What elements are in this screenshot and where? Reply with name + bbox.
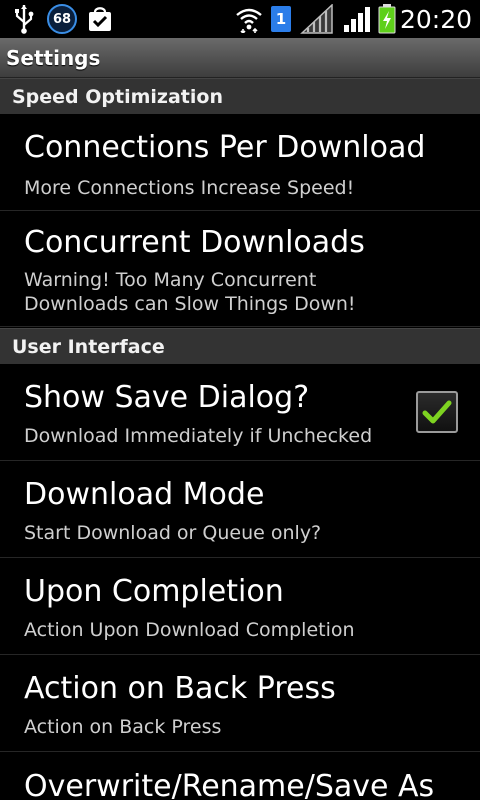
- battery-charging-icon: [376, 0, 398, 38]
- section-header-user-interface: User Interface: [0, 328, 480, 364]
- pref-title: Upon Completion: [24, 574, 284, 609]
- pref-title: Overwrite/Rename/Save As: [24, 769, 435, 800]
- pref-summary: Action Upon Download Completion: [24, 619, 355, 641]
- title-bar: Settings: [0, 38, 480, 78]
- page-title: Settings: [6, 46, 101, 70]
- pref-concurrent-downloads[interactable]: Concurrent Downloads Warning! Too Many C…: [0, 211, 480, 327]
- sim-card-badge: 1: [271, 6, 291, 32]
- pref-summary: Action on Back Press: [24, 716, 222, 738]
- pref-title: Download Mode: [24, 477, 265, 512]
- pref-action-on-back-press[interactable]: Action on Back Press Action on Back Pres…: [0, 655, 480, 752]
- pref-connections-per-download[interactable]: Connections Per Download More Connection…: [0, 114, 480, 211]
- signal-strength-icon: [340, 0, 376, 38]
- notification-count-badge: 68: [47, 4, 77, 34]
- pref-summary: Start Download or Queue only?: [24, 522, 322, 544]
- status-bar: 68 1 20:20: [0, 0, 480, 38]
- pref-title: Show Save Dialog?: [24, 380, 310, 415]
- section-header-speed-optimization: Speed Optimization: [0, 78, 480, 114]
- pref-overwrite-rename-save-as[interactable]: Overwrite/Rename/Save As: [0, 752, 480, 800]
- wifi-icon: [234, 0, 264, 38]
- section-title: User Interface: [12, 336, 165, 358]
- sim-card-icon: 1: [268, 0, 294, 38]
- pref-title: Concurrent Downloads: [24, 225, 365, 260]
- pref-show-save-dialog[interactable]: Show Save Dialog? Download Immediately i…: [0, 364, 480, 461]
- section-title: Speed Optimization: [12, 86, 223, 108]
- pref-title: Connections Per Download: [24, 130, 426, 165]
- status-clock: 20:20: [399, 4, 472, 34]
- pref-upon-completion[interactable]: Upon Completion Action Upon Download Com…: [0, 558, 480, 655]
- pref-summary: More Connections Increase Speed!: [24, 177, 355, 199]
- checkmark-icon: [422, 400, 452, 424]
- no-signal-icon: [298, 0, 336, 38]
- download-complete-icon: [86, 0, 114, 38]
- notification-count-icon: 68: [46, 0, 78, 38]
- pref-summary: Warning! Too Many Concurrent Downloads c…: [24, 269, 356, 315]
- pref-title: Action on Back Press: [24, 671, 336, 706]
- pref-summary: Download Immediately if Unchecked: [24, 425, 373, 447]
- show-save-dialog-checkbox[interactable]: [416, 391, 458, 433]
- pref-download-mode[interactable]: Download Mode Start Download or Queue on…: [0, 461, 480, 558]
- usb-icon: [10, 0, 38, 38]
